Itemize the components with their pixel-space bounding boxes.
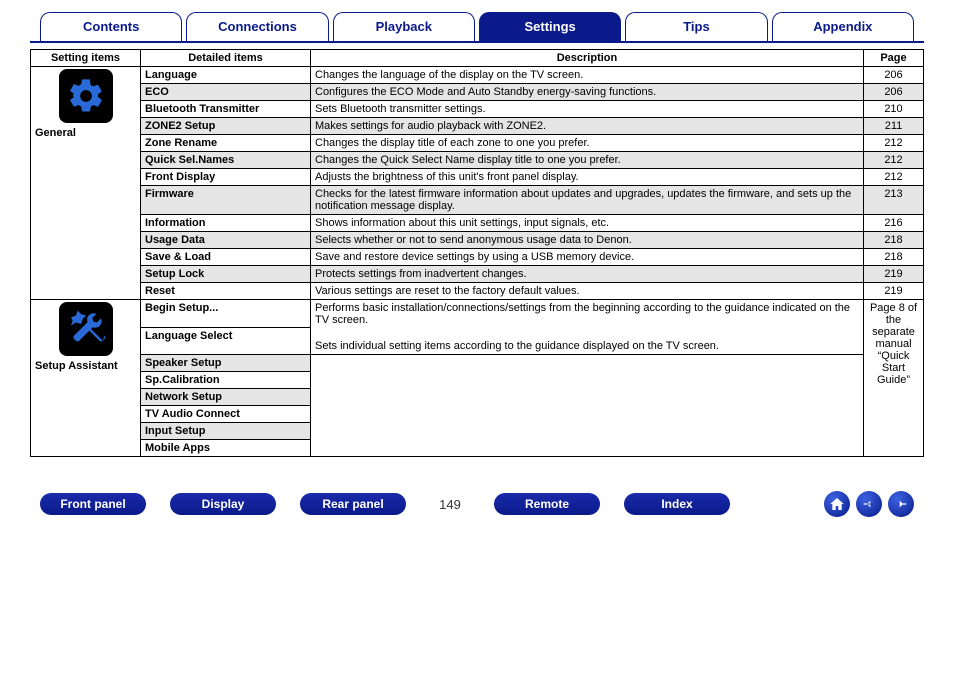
table-row: Zone Rename Changes the display title of… (31, 135, 924, 152)
tab-settings[interactable]: Settings (479, 12, 621, 41)
table-row: Speaker Setup (31, 355, 924, 372)
page-ref[interactable]: 212 (864, 152, 924, 169)
detailed-item: Mobile Apps (145, 442, 210, 454)
description-cell: Protects settings from inadvertent chang… (311, 266, 864, 283)
detailed-item: Begin Setup... (145, 302, 218, 314)
rear-panel-button[interactable]: Rear panel (300, 493, 406, 515)
remote-button[interactable]: Remote (494, 493, 600, 515)
detailed-item: Language Select (145, 330, 232, 342)
description-cell: Performs basic installation/connections/… (311, 300, 864, 355)
detailed-item: Information (145, 217, 206, 229)
page-ref[interactable]: 218 (864, 232, 924, 249)
next-icon[interactable] (888, 491, 914, 517)
description-cell: Selects whether or not to send anonymous… (311, 232, 864, 249)
description-cell: Adjusts the brightness of this unit's fr… (311, 169, 864, 186)
table-row: Firmware Checks for the latest firmware … (31, 186, 924, 215)
detailed-item: Quick Sel.Names (145, 154, 234, 166)
table-row: Save & Load Save and restore device sett… (31, 249, 924, 266)
page-ref[interactable]: 212 (864, 169, 924, 186)
detailed-item: Speaker Setup (145, 357, 221, 369)
description-cell: Checks for the latest firmware informati… (311, 186, 864, 215)
tools-icon (59, 302, 113, 356)
detailed-item: TV Audio Connect (145, 408, 240, 420)
detailed-item: Reset (145, 285, 175, 297)
detailed-item: Network Setup (145, 391, 222, 403)
page-ref[interactable]: 212 (864, 135, 924, 152)
tab-appendix[interactable]: Appendix (772, 12, 914, 41)
page-ref[interactable]: 211 (864, 118, 924, 135)
page-ref[interactable]: 216 (864, 215, 924, 232)
tab-connections[interactable]: Connections (186, 12, 328, 41)
detailed-item: Bluetooth Transmitter (145, 103, 259, 115)
page-ref[interactable]: 213 (864, 186, 924, 215)
detailed-item: Firmware (145, 188, 194, 200)
description-cell: Save and restore device settings by usin… (311, 249, 864, 266)
detailed-item: Setup Lock (145, 268, 204, 280)
table-row: Setup Assistant Begin Setup... Performs … (31, 300, 924, 328)
page-number: 149 (430, 497, 470, 512)
description-cell: Changes the Quick Select Name display ti… (311, 152, 864, 169)
settings-table: Setting items Detailed items Description… (30, 49, 924, 457)
front-panel-button[interactable]: Front panel (40, 493, 146, 515)
tab-contents[interactable]: Contents (40, 12, 182, 41)
detailed-item: Sp.Calibration (145, 374, 220, 386)
table-row: ECO Configures the ECO Mode and Auto Sta… (31, 84, 924, 101)
page-ref[interactable]: 219 (864, 283, 924, 300)
display-button[interactable]: Display (170, 493, 276, 515)
description-cell: Sets Bluetooth transmitter settings. (311, 101, 864, 118)
table-row: Reset Various settings are reset to the … (31, 283, 924, 300)
section-setup-assistant: Setup Assistant (31, 300, 141, 457)
page-ref[interactable]: 206 (864, 67, 924, 84)
detailed-item: ECO (145, 86, 169, 98)
footer: Front panel Display Rear panel 149 Remot… (30, 491, 924, 517)
description-cell: Shows information about this unit settin… (311, 215, 864, 232)
page-ref[interactable]: 218 (864, 249, 924, 266)
detailed-item: Front Display (145, 171, 215, 183)
table-row: General Language Changes the language of… (31, 67, 924, 84)
detailed-item: Input Setup (145, 425, 206, 437)
description-cell (311, 355, 864, 457)
col-setting-items: Setting items (31, 50, 141, 67)
page-ref[interactable]: 210 (864, 101, 924, 118)
page-ref[interactable]: 219 (864, 266, 924, 283)
table-row: ZONE2 Setup Makes settings for audio pla… (31, 118, 924, 135)
nav-icons (824, 491, 914, 517)
col-page: Page (864, 50, 924, 67)
detailed-item: Language (145, 69, 197, 81)
section-label-setup-assistant: Setup Assistant (35, 360, 136, 372)
col-detailed-items: Detailed items (141, 50, 311, 67)
description-cell: Configures the ECO Mode and Auto Standby… (311, 84, 864, 101)
description-cell: Changes the language of the display on t… (311, 67, 864, 84)
table-row: Setup Lock Protects settings from inadve… (31, 266, 924, 283)
col-description: Description (311, 50, 864, 67)
top-tabs: Contents Connections Playback Settings T… (30, 12, 924, 43)
prev-icon[interactable] (856, 491, 882, 517)
table-row: Bluetooth Transmitter Sets Bluetooth tra… (31, 101, 924, 118)
description-cell: Various settings are reset to the factor… (311, 283, 864, 300)
page-ref[interactable]: 206 (864, 84, 924, 101)
section-label-general: General (35, 127, 136, 139)
table-row: Front Display Adjusts the brightness of … (31, 169, 924, 186)
tab-playback[interactable]: Playback (333, 12, 475, 41)
detailed-item: Zone Rename (145, 137, 217, 149)
detailed-item: ZONE2 Setup (145, 120, 215, 132)
description-cell: Makes settings for audio playback with Z… (311, 118, 864, 135)
description-cell: Changes the display title of each zone t… (311, 135, 864, 152)
table-row: Quick Sel.Names Changes the Quick Select… (31, 152, 924, 169)
section-general: General (31, 67, 141, 300)
detailed-item: Save & Load (145, 251, 211, 263)
index-button[interactable]: Index (624, 493, 730, 515)
page-ref-note[interactable]: Page 8 of the separate manual “Quick Sta… (864, 300, 924, 457)
gear-icon (59, 69, 113, 123)
detailed-item: Usage Data (145, 234, 205, 246)
home-icon[interactable] (824, 491, 850, 517)
table-row: Information Shows information about this… (31, 215, 924, 232)
tab-tips[interactable]: Tips (625, 12, 767, 41)
table-row: Usage Data Selects whether or not to sen… (31, 232, 924, 249)
